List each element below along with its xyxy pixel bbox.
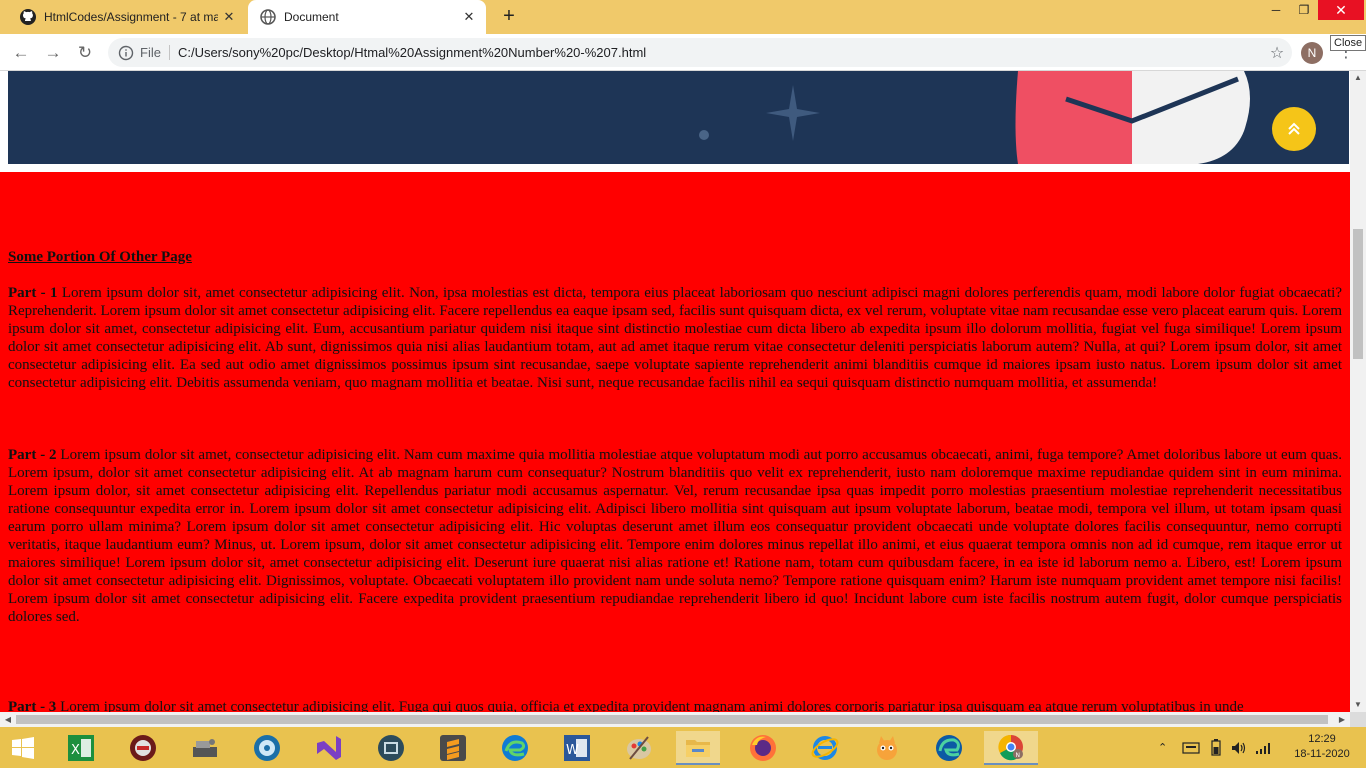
svg-text:W: W (566, 743, 579, 758)
scroll-up-arrow-icon[interactable]: ▲ (1350, 71, 1366, 85)
word-icon[interactable]: W (560, 731, 594, 765)
windows-taskbar: X W N ⌃ 12:29 18-11-2020 (0, 727, 1366, 768)
part-label: Part - 3 (8, 699, 57, 712)
tab-title: HtmlCodes/Assignment - 7 at ma (44, 10, 218, 24)
volume-icon[interactable] (1230, 727, 1248, 768)
file-explorer-icon[interactable] (676, 731, 720, 765)
keyboard-icon[interactable] (1182, 727, 1200, 768)
section-heading: Some Portion Of Other Page (8, 249, 192, 265)
info-icon[interactable] (118, 45, 134, 61)
scroll-right-arrow-icon[interactable]: ▶ (1334, 712, 1350, 727)
part-3-paragraph: Part - 3 Lorem ipsum dolor sit amet cons… (8, 698, 1342, 712)
visual-studio-icon[interactable] (312, 731, 346, 765)
paint-icon[interactable] (622, 731, 656, 765)
content-section: Some Portion Of Other Page Part - 1 Lore… (0, 172, 1350, 712)
firefox-icon[interactable] (746, 731, 780, 765)
browser-toolbar: ← → ↻ File C:/Users/sony%20pc/Desktop/Ht… (0, 34, 1366, 71)
excel-icon[interactable]: X (64, 731, 98, 765)
clock-date: 18-11-2020 (1294, 748, 1350, 760)
svg-text:X: X (71, 743, 80, 758)
internet-explorer-icon[interactable] (808, 731, 842, 765)
scrollbar-corner (1350, 712, 1366, 727)
part-1-paragraph: Part - 1 Lorem ipsum dolor sit, amet con… (8, 284, 1342, 392)
scheme-label: File (140, 45, 170, 60)
horizontal-scrollbar[interactable]: ◀ ▶ (0, 712, 1350, 727)
url-text[interactable]: C:/Users/sony%20pc/Desktop/Htmal%20Assig… (178, 45, 1262, 60)
vertical-scrollbar[interactable]: ▲ ▼ (1350, 71, 1366, 712)
scratch-icon[interactable] (870, 731, 904, 765)
address-bar[interactable]: File C:/Users/sony%20pc/Desktop/Htmal%20… (108, 38, 1292, 67)
part-text: Lorem ipsum dolor sit, amet consectetur … (8, 285, 1342, 391)
tab-title: Document (284, 10, 339, 24)
reload-icon[interactable]: ↻ (72, 40, 98, 66)
window-close-button[interactable]: ✕ (1318, 0, 1364, 20)
sublime-text-icon[interactable] (436, 731, 470, 765)
close-icon[interactable]: ✕ (458, 6, 480, 28)
hero-banner (8, 71, 1349, 164)
chrome-icon[interactable]: N (984, 731, 1038, 765)
double-chevron-up-icon (1288, 122, 1300, 135)
windows-start-icon[interactable] (6, 731, 40, 765)
clock-time: 12:29 (1308, 733, 1336, 745)
scroll-left-arrow-icon[interactable]: ◀ (0, 712, 16, 727)
taskbar-clock[interactable]: 12:29 18-11-2020 (1290, 732, 1354, 762)
globe-icon (260, 9, 276, 25)
disc-icon[interactable] (250, 731, 284, 765)
forward-icon[interactable]: → (40, 40, 66, 66)
profile-avatar[interactable]: N (1301, 42, 1323, 64)
close-icon[interactable]: ✕ (218, 6, 240, 28)
tab-document[interactable]: Document ✕ (248, 0, 486, 34)
tab-github[interactable]: HtmlCodes/Assignment - 7 at ma ✕ (8, 0, 246, 34)
svg-text:N: N (1016, 752, 1021, 759)
back-icon[interactable]: ← (8, 40, 34, 66)
part-2-paragraph: Part - 2 Lorem ipsum dolor sit amet, con… (8, 446, 1342, 626)
battery-icon[interactable] (1210, 727, 1222, 768)
scroll-down-arrow-icon[interactable]: ▼ (1350, 698, 1366, 712)
hero-illustration (699, 71, 1250, 164)
wifi-signal-icon[interactable] (1255, 727, 1273, 768)
show-hidden-icons-icon[interactable]: ⌃ (1158, 727, 1167, 768)
edge-icon[interactable] (498, 731, 532, 765)
part-text: Lorem ipsum dolor sit amet consectetur a… (56, 699, 1244, 712)
horizontal-scroll-thumb[interactable] (16, 715, 1328, 724)
part-label: Part - 1 (8, 285, 58, 301)
close-tooltip: Close (1330, 35, 1366, 51)
minimize-icon[interactable]: ─ (1262, 0, 1290, 20)
restore-icon[interactable]: ❐ (1290, 0, 1318, 20)
bookmark-star-icon[interactable]: ☆ (1262, 43, 1292, 63)
part-text: Lorem ipsum dolor sit amet, consectetur … (8, 447, 1342, 625)
edge-new-icon[interactable] (932, 731, 966, 765)
github-icon (20, 9, 36, 25)
vertical-scroll-thumb[interactable] (1353, 229, 1363, 359)
scroll-to-top-button[interactable] (1272, 107, 1316, 151)
page-viewport: Some Portion Of Other Page Part - 1 Lore… (0, 71, 1350, 712)
browser-tab-strip: HtmlCodes/Assignment - 7 at ma ✕ Documen… (0, 0, 1366, 34)
scanner-icon[interactable] (188, 731, 222, 765)
part-label: Part - 2 (8, 447, 57, 463)
media-player-icon[interactable] (126, 731, 160, 765)
video-player-icon[interactable] (374, 731, 408, 765)
new-tab-button[interactable]: + (496, 5, 522, 29)
